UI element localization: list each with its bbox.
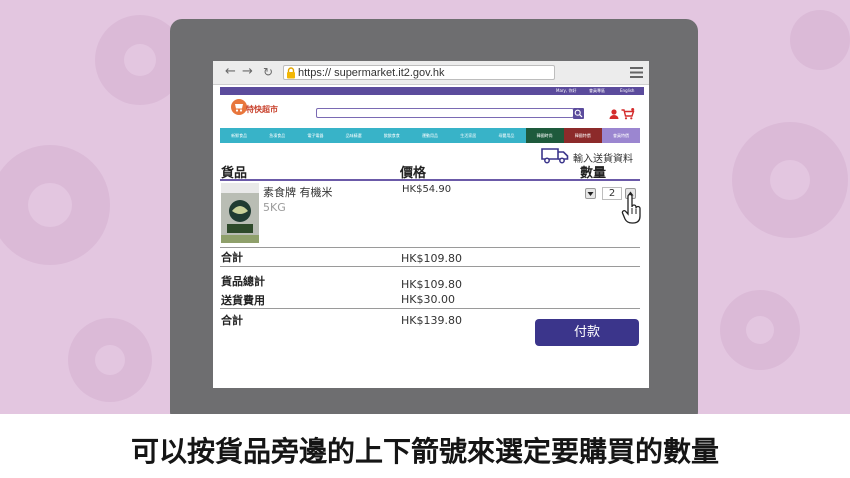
logo-text[interactable]: 特快超市 [246,104,278,115]
goods-total-label: 貨品總計 [221,275,265,288]
grand-total-label: 合計 [221,314,243,327]
lock-icon [287,67,295,79]
category-tab[interactable]: 會員特價 [601,128,641,143]
search-icon [574,109,583,118]
utility-bar: Mary, 你好 會員專區 English [220,87,644,95]
row-divider [220,247,640,248]
category-tab[interactable]: 運動用品 [410,128,450,143]
arrow-right-icon[interactable]: → [242,64,253,80]
url-field[interactable]: https:// supermarket.it2.gov.hk [283,65,555,80]
category-tab[interactable]: 急凍食品 [258,128,297,143]
subtotal-label: 合計 [221,251,243,264]
hand-pointer-icon [621,194,641,224]
shipping-label: 送貨費用 [221,294,265,307]
category-tab[interactable]: 電子電器 [296,128,335,143]
shipping-value: HK$30.00 [401,293,455,306]
subtitle-caption: 可以按貨品旁邊的上下箭號來選定要購買的數量 [130,435,719,468]
category-tab[interactable]: 品味精選 [334,128,373,143]
category-nav: 新鮮食品 急凍食品 電子電器 品味精選 飲飲食食 運動用品 生活家居 母嬰用品 … [220,128,641,143]
language-link[interactable]: English [620,87,634,95]
pay-button[interactable]: 付款 [535,319,639,346]
category-tab[interactable]: 母嬰用品 [487,128,526,143]
goods-total-value: HK$109.80 [401,278,462,291]
browser-screen: ← → ↻ https:// supermarket.it2.gov.hk Ma… [213,61,649,388]
search-input[interactable] [316,108,574,118]
row-divider [220,308,640,309]
category-tab[interactable]: 韓國時尚 [525,128,564,143]
category-tab[interactable]: 生活家居 [449,128,488,143]
search-button[interactable] [573,108,584,119]
header-divider [220,179,640,181]
arrow-left-icon[interactable]: ← [225,64,236,80]
product-weight: 5KG [263,201,286,214]
category-tab[interactable]: 韓國特價 [563,128,602,143]
product-name[interactable]: 素食牌 有機米 [263,184,333,200]
qty-decrease-button[interactable] [585,188,596,199]
category-tab[interactable]: 飲飲食食 [372,128,411,143]
product-price: HK$54.90 [402,184,452,195]
address-bar: ← → ↻ https:// supermarket.it2.gov.hk [213,61,649,85]
row-divider [220,266,640,267]
rice-bag-image [221,183,259,243]
arrow-down-icon [587,192,594,196]
member-link[interactable]: 會員專區 [589,87,605,95]
category-tab[interactable]: 新鮮食品 [220,128,259,143]
hamburger-menu-icon[interactable] [630,67,643,78]
greeting-link[interactable]: Mary, 你好 [556,87,576,95]
product-image[interactable] [221,183,259,243]
quantity-field[interactable]: 2 [602,187,622,200]
user-icon[interactable] [609,109,619,119]
subtotal-value: HK$109.80 [401,252,462,265]
url-text: https:// supermarket.it2.gov.hk [298,67,445,79]
logo-cart-icon[interactable] [231,99,247,115]
cart-icon[interactable] [621,108,635,120]
reload-icon[interactable]: ↻ [263,64,273,80]
grand-total-value: HK$139.80 [401,314,462,327]
truck-icon[interactable] [541,147,569,164]
